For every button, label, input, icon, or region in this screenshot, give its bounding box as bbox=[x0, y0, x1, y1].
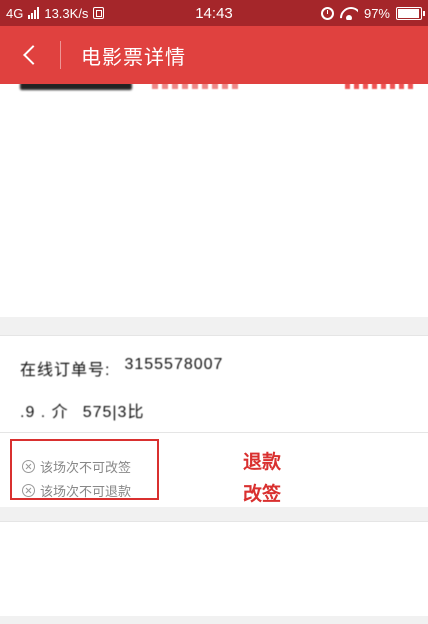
annotation-refund: 退款 bbox=[243, 452, 282, 473]
blurred-text bbox=[20, 84, 132, 90]
sim-icon bbox=[93, 7, 105, 19]
battery-percent: 97% bbox=[363, 5, 390, 21]
status-left: 4G 13.3K/s bbox=[6, 6, 321, 21]
ticket-info-card bbox=[0, 84, 428, 317]
order-number-value: 3155578007 bbox=[124, 356, 224, 373]
battery-fill bbox=[398, 8, 420, 18]
chevron-left-icon bbox=[23, 45, 43, 65]
blurred-text bbox=[345, 84, 415, 89]
circle-x-icon bbox=[22, 484, 35, 497]
network-speed: 13.3K/s bbox=[44, 5, 89, 21]
wifi-icon bbox=[340, 7, 358, 20]
alarm-icon bbox=[320, 6, 334, 20]
back-button[interactable] bbox=[0, 26, 60, 84]
app-header: 电影票详情 bbox=[0, 26, 428, 84]
order-price-label: .9 . 介 bbox=[20, 404, 69, 421]
bottom-strip bbox=[0, 616, 428, 624]
status-bar: 4G 13.3K/s 14:43 97% bbox=[0, 0, 428, 26]
order-price-value: 575|3比 bbox=[82, 404, 145, 421]
policy-highlight-box: 该场次不可改签 该场次不可退款 bbox=[10, 439, 159, 500]
bottom-card bbox=[0, 521, 428, 616]
blurred-text bbox=[152, 84, 242, 89]
no-change-text: 该场次不可改签 bbox=[40, 460, 132, 475]
order-number-label: 在线订单号: bbox=[20, 362, 111, 379]
battery-icon bbox=[396, 6, 425, 20]
circle-x-icon bbox=[22, 460, 35, 473]
annotation-change: 改签 bbox=[243, 484, 282, 505]
page-title: 电影票详情 bbox=[81, 46, 186, 69]
order-info-card: 在线订单号: 3155578007 .9 . 介 575|3比 bbox=[0, 335, 428, 433]
no-refund-item: 该场次不可退款 bbox=[22, 481, 131, 500]
signal-icon bbox=[28, 7, 40, 19]
refund-policy-card: 该场次不可改签 该场次不可退款 退款 改签 bbox=[0, 433, 428, 507]
header-divider bbox=[60, 41, 61, 69]
no-refund-text: 该场次不可退款 bbox=[40, 484, 132, 499]
network-type: 4G bbox=[6, 5, 24, 21]
order-price-row: .9 . 介 575|3比 bbox=[20, 398, 144, 422]
blurred-ticket-row bbox=[0, 84, 428, 94]
status-right: 97% bbox=[320, 5, 425, 21]
order-number-row: 在线订单号: 3155578007 bbox=[20, 356, 223, 380]
no-change-item: 该场次不可改签 bbox=[22, 457, 131, 476]
